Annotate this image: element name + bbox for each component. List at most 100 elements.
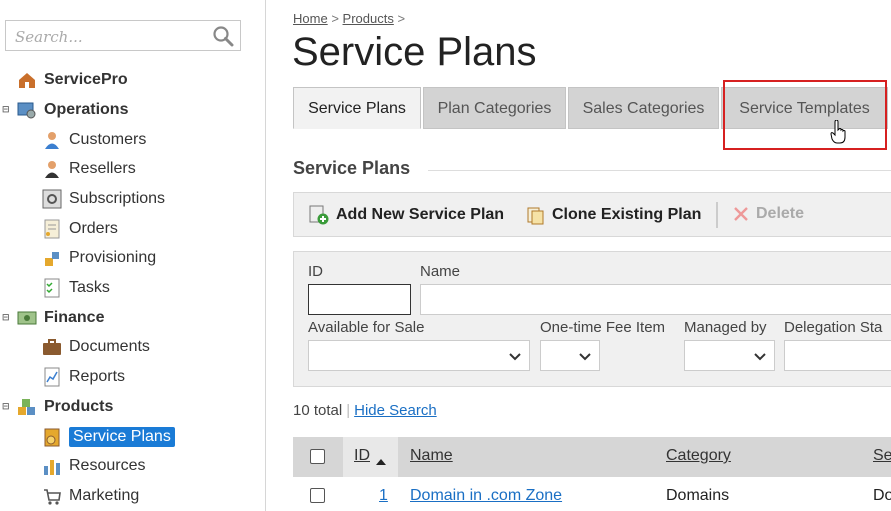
table-header: ID Name Category Se	[293, 437, 891, 477]
sidebar: ServicePro ⊟ Operations Customers Resell…	[0, 0, 266, 511]
collapse-icon[interactable]: ⊟	[2, 105, 11, 114]
chevron-down-icon	[509, 349, 521, 367]
sorted-column-highlight	[343, 437, 398, 477]
id-filter-field[interactable]	[308, 284, 411, 315]
hand-cursor-icon	[830, 119, 848, 149]
service-plans-icon	[41, 426, 63, 448]
search-input[interactable]	[15, 27, 205, 47]
finance-icon	[16, 307, 38, 329]
breadcrumb: Home > Products >	[293, 11, 405, 26]
managed-by-select[interactable]	[684, 340, 775, 371]
available-for-sale-select[interactable]	[308, 340, 530, 371]
row-name-cell: Domain in .com Zone	[410, 487, 562, 505]
search-box	[5, 20, 241, 51]
delete-button[interactable]: Delete	[732, 205, 804, 223]
column-header-id[interactable]: ID	[354, 447, 370, 465]
filter-panel: ID Name Available for Sale One-time Fee …	[293, 251, 891, 387]
id-filter-label: ID	[308, 263, 323, 280]
id-filter-input[interactable]	[309, 285, 410, 314]
row-checkbox[interactable]	[310, 488, 325, 503]
breadcrumb-home-link[interactable]: Home	[293, 11, 328, 26]
add-document-icon	[308, 205, 330, 225]
column-header-id-label: ID	[354, 447, 370, 464]
section-title: Service Plans	[293, 158, 411, 178]
name-filter-input[interactable]	[421, 285, 891, 314]
sidebar-item-label: Orders	[69, 220, 118, 237]
page-title: Service Plans	[292, 30, 537, 74]
managed-filter-label: Managed by	[684, 319, 767, 336]
reseller-icon	[41, 158, 63, 180]
subscriptions-icon	[41, 188, 63, 210]
sidebar-item-label: Reports	[69, 368, 126, 385]
tasks-icon	[41, 277, 63, 299]
total-count: 10 total	[293, 402, 343, 419]
sidebar-item-marketing[interactable]: Marketing	[41, 484, 139, 508]
name-filter-field[interactable]	[420, 284, 891, 315]
sidebar-item-resources[interactable]: Resources	[41, 454, 145, 478]
add-service-plan-label: Add New Service Plan	[336, 206, 505, 223]
sidebar-item-label: Marketing	[69, 487, 140, 504]
summary-separator: |	[346, 402, 351, 419]
collapse-icon[interactable]: ⊟	[2, 313, 11, 322]
breadcrumb-separator: >	[397, 11, 406, 26]
onetime-filter-label: One-time Fee Item	[540, 319, 666, 336]
row-id-cell: 1	[379, 487, 388, 505]
results-summary: 10 total | Hide Search	[293, 402, 437, 419]
tab-sales-categories[interactable]: Sales Categories	[568, 87, 719, 129]
chevron-down-icon	[754, 349, 766, 367]
sidebar-item-resellers[interactable]: Resellers	[41, 157, 136, 181]
sidebar-item-label: Resources	[69, 457, 146, 474]
collapse-icon[interactable]: ⊟	[2, 402, 11, 411]
tab-plan-categories[interactable]: Plan Categories	[423, 87, 566, 129]
sidebar-item-tasks[interactable]: Tasks	[41, 276, 110, 300]
sidebar-item-label: Subscriptions	[69, 190, 166, 207]
column-header-category[interactable]: Category	[666, 447, 731, 465]
sidebar-item-operations[interactable]: ⊟ Operations	[2, 98, 128, 122]
products-icon	[16, 396, 38, 418]
sidebar-item-service-plans[interactable]: Service Plans	[41, 425, 175, 449]
sidebar-item-provisioning[interactable]: Provisioning	[41, 246, 156, 270]
sidebar-item-reports[interactable]: Reports	[41, 365, 125, 389]
select-all-checkbox[interactable]	[310, 449, 325, 464]
hide-search-link[interactable]: Hide Search	[354, 402, 437, 419]
sidebar-item-customers[interactable]: Customers	[41, 128, 146, 152]
sidebar-item-label: Customers	[69, 131, 147, 148]
toolbar-separator	[716, 202, 718, 228]
marketing-icon	[41, 485, 63, 507]
sidebar-item-documents[interactable]: Documents	[41, 335, 150, 359]
row-name-link[interactable]: Domain in .com Zone	[410, 487, 562, 504]
servicepro-icon	[16, 69, 38, 91]
column-header-service[interactable]: Se	[873, 447, 891, 465]
row-service-cell: Do	[873, 487, 891, 504]
highlight-box	[723, 80, 887, 150]
toolbar: Add New Service Plan Clone Existing Plan…	[293, 192, 891, 237]
resources-icon	[41, 455, 63, 477]
sidebar-item-label: Documents	[69, 338, 150, 355]
main-content: Home > Products > Service Plans Service …	[266, 0, 891, 511]
customer-icon	[41, 129, 63, 151]
delegation-status-select[interactable]	[784, 340, 891, 371]
sidebar-item-subscriptions[interactable]: Subscriptions	[41, 187, 165, 211]
sidebar-item-label: Service Plans	[69, 427, 175, 447]
sidebar-item-orders[interactable]: Orders	[41, 217, 118, 241]
section-divider	[428, 170, 891, 171]
chevron-down-icon	[579, 349, 591, 367]
sidebar-item-label: Tasks	[69, 279, 110, 296]
search-icon[interactable]	[212, 25, 234, 47]
sidebar-item-servicepro[interactable]: ServicePro	[16, 68, 128, 92]
onetime-fee-select[interactable]	[540, 340, 600, 371]
documents-icon	[41, 336, 63, 358]
available-filter-label: Available for Sale	[308, 319, 425, 336]
row-category-cell: Domains	[666, 487, 730, 504]
tab-service-plans[interactable]: Service Plans	[293, 87, 421, 129]
clone-plan-button[interactable]: Clone Existing Plan	[526, 205, 701, 225]
sidebar-item-products[interactable]: ⊟ Products	[2, 395, 113, 419]
row-id-link[interactable]: 1	[379, 487, 388, 504]
name-filter-label: Name	[420, 263, 461, 280]
add-service-plan-button[interactable]: Add New Service Plan	[308, 205, 504, 225]
sidebar-item-label: Finance	[44, 309, 105, 326]
clone-plan-label: Clone Existing Plan	[552, 206, 702, 223]
column-header-name[interactable]: Name	[410, 447, 453, 465]
breadcrumb-products-link[interactable]: Products	[343, 11, 394, 26]
sidebar-item-finance[interactable]: ⊟ Finance	[2, 306, 105, 330]
